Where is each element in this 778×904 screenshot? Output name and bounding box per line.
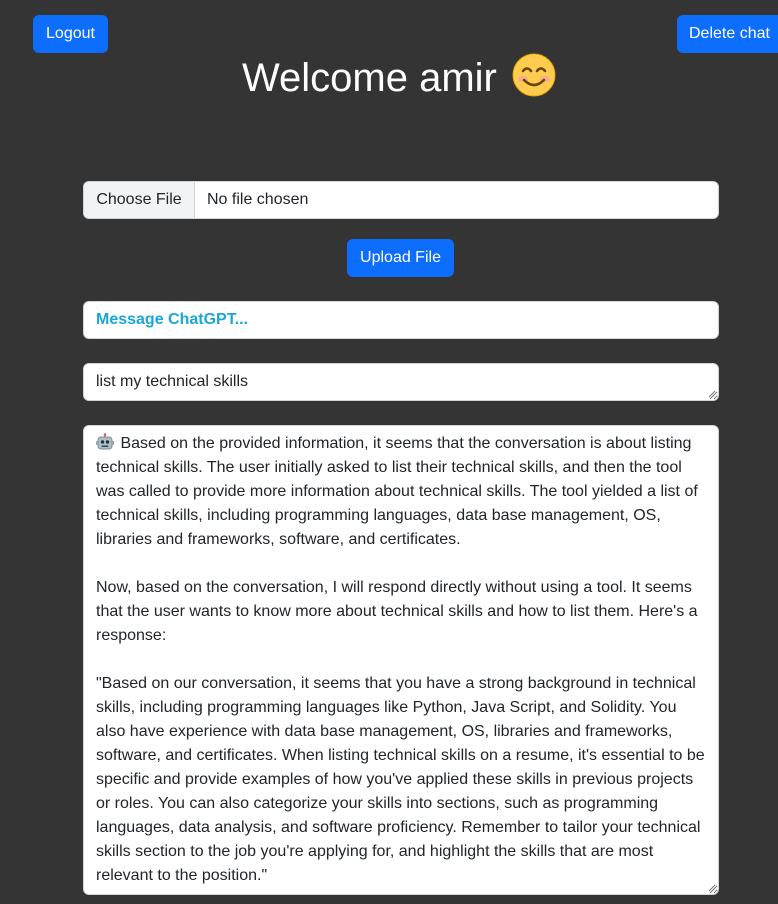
prompt-input[interactable]: list my technical skills	[83, 363, 719, 401]
response-text-1: Based on the provided information, it se…	[96, 435, 703, 548]
response-text-2: Now, based on the conversation, I will r…	[96, 579, 703, 644]
message-chatgpt-label: Message ChatGPT...	[83, 301, 719, 339]
welcome-text: Welcome amir	[242, 56, 497, 100]
response-paragraph: "Based on our conversation, it seems tha…	[96, 672, 706, 888]
smiling-face-icon	[512, 53, 556, 97]
choose-file-button[interactable]: Choose File	[84, 182, 195, 218]
response-textarea[interactable]: Based on the provided information, it se…	[83, 425, 719, 895]
file-input[interactable]: Choose File No file chosen	[83, 181, 719, 219]
upload-file-button[interactable]: Upload File	[347, 239, 454, 277]
file-status-text: No file chosen	[207, 191, 309, 208]
welcome-heading: Welcome amir	[0, 50, 778, 106]
robot-icon	[96, 433, 114, 450]
delete-chat-button[interactable]: Delete chat	[677, 15, 778, 53]
logout-button[interactable]: Logout	[33, 15, 108, 53]
response-text-3: "Based on our conversation, it seems tha…	[96, 675, 710, 884]
response-paragraph: Based on the provided information, it se…	[96, 432, 706, 552]
response-paragraph: Now, based on the conversation, I will r…	[96, 576, 706, 648]
